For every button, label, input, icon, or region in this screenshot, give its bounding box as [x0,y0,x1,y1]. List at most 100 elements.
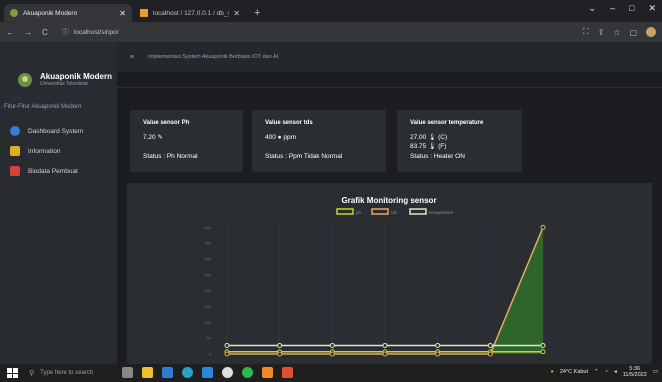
taskbar-apps [122,367,293,378]
ph-sensor-card: Value sensor Ph 7.20 ✎ Status : Ph Norma… [130,110,243,172]
temperature-status: Status : Heater ON [410,153,465,160]
close-tab-icon[interactable]: ✕ [233,9,240,18]
tray-chevron-icon[interactable]: ⌃ [594,369,599,375]
chart-title: Grafik Monitoring sensor [341,196,436,205]
clock[interactable]: 5:36 11/5/2022 [623,366,647,378]
share-icon[interactable]: ⇪ [598,28,605,37]
address-toolbar: ← → C ⓘ localhost/siripo/ ⛶ ⇪ ☆ ▢ [0,22,662,42]
ph-status: Status : Ph Normal [143,153,198,160]
chevron-down-icon[interactable]: ⌄ [588,3,596,14]
y-tick-label: 200 [204,288,211,293]
maximize-button[interactable]: □ [629,3,634,14]
y-tick-label: 300 [204,257,211,262]
y-tick-label: 150 [204,304,211,309]
divider [117,87,662,88]
sidebar-item-label: Biodata Pembuat [28,167,78,175]
biodata-icon [10,166,20,176]
spotify-icon[interactable] [242,367,253,378]
tab-favicon-icon [10,9,18,17]
card-title: Value sensor tds [265,120,313,126]
data-point [435,351,441,357]
windows-start-icon[interactable] [7,368,19,378]
sidebar-item-dashboard[interactable]: Dashboard System [10,126,83,136]
data-point [382,351,388,357]
ph-value: 7.20 ✎ [143,134,163,141]
browser-tab-inactive[interactable]: localhost / 127.0.0.1 / db_siripo ✕ [134,4,246,22]
card-title: Value sensor temperature [410,120,484,126]
search-icon: ⚲ [29,370,35,377]
weather-icon[interactable]: ● [551,369,554,375]
temperature-sensor-card: Value sensor temperature 27.00 🌡 (C) 83.… [397,110,522,172]
data-point [540,224,546,230]
store-icon[interactable] [162,367,173,378]
window-controls: ⌄ – □ ✕ [588,3,656,14]
y-tick-label: 250 [204,272,211,277]
information-icon [10,146,20,156]
clock-date: 11/5/2022 [622,372,647,378]
chrome-icon[interactable] [222,367,233,378]
sublime-icon[interactable] [262,367,273,378]
forward-icon[interactable]: → [24,28,32,37]
y-tick-label: 350 [204,241,211,246]
data-point [487,351,493,357]
profile-avatar[interactable] [646,27,656,37]
sidepanel-icon[interactable]: ▢ [629,28,637,37]
file-explorer-icon[interactable] [142,367,153,378]
y-tick-label: 400 [204,225,211,230]
volume-icon[interactable]: ◂ [614,369,617,375]
brand[interactable]: Akuaponik Modern Universitas Teknokrat [18,72,112,87]
legend-label: ph [356,210,362,215]
close-window-button[interactable]: ✕ [648,3,656,14]
site-info-icon[interactable]: ⓘ [62,27,69,37]
close-tab-icon[interactable]: ✕ [119,9,126,18]
data-point [382,342,388,348]
vscode-icon[interactable] [202,367,213,378]
url-input[interactable]: ⓘ localhost/siripo/ [58,25,574,39]
sidebar-item-label: Information [28,147,61,155]
sidebar-item-information[interactable]: Information [10,146,61,156]
edge-icon[interactable] [182,367,193,378]
data-point [329,342,335,348]
temperature-celsius-value: 27.00 🌡 (C) [410,134,448,141]
reload-icon[interactable]: C [42,28,48,37]
translate-icon[interactable]: ⛶ [583,27,589,37]
data-point [540,349,546,355]
browser-tabbar: Akuaponik Modern ✕ localhost / 127.0.0.1… [0,0,662,22]
data-point [329,351,335,357]
data-point [277,342,283,348]
url-text: localhost/siripo/ [73,28,119,36]
system-tray: ● 24°C Kabut ⌃ ◔ ◂ 5:36 11/5/2022 ▭ [551,366,659,378]
top-navbar: ≡ Implementasi System Akuaponik Berbasis… [117,42,662,72]
xampp-icon[interactable] [282,367,293,378]
legend-label: tds [391,210,398,215]
windows-taskbar: ⚲ Type here to search ● 24°C Kabut ⌃ ◔ ◂… [0,364,662,382]
weather-text[interactable]: 24°C Kabut [560,369,588,375]
menu-toggle-icon[interactable]: ≡ [130,54,134,61]
browser-tab-active[interactable]: Akuaponik Modern ✕ [4,4,132,22]
monitoring-chart-panel: Grafik Monitoring sensor ph tds temperature… [127,183,652,364]
minimize-button[interactable]: – [610,3,615,14]
data-point [277,351,283,357]
y-tick-label: 0 [209,352,212,357]
tds-status: Status : Ppm Tidak Normal [265,153,343,160]
sidebar-item-biodata[interactable]: Biodata Pembuat [10,166,78,176]
tab-favicon-icon [140,9,148,17]
data-point [224,351,230,357]
taskbar-search-input[interactable]: ⚲ Type here to search [29,366,125,380]
data-point [224,342,230,348]
tds-sensor-card: Value sensor tds 400 ● ppm Status : Ppm … [252,110,386,172]
back-icon[interactable]: ← [6,28,14,37]
main-content: ≡ Implementasi System Akuaponik Berbasis… [117,42,662,364]
notifications-icon[interactable]: ▭ [653,369,658,375]
card-title: Value sensor Ph [143,120,190,126]
network-icon[interactable]: ◔ [605,369,608,375]
star-icon[interactable]: ☆ [613,28,620,37]
brand-name: Akuaponik Modern [40,72,113,81]
legend-swatch [336,208,354,215]
temperature-fahrenheit-value: 83.75 🌡 (F) [410,143,447,150]
legend-swatch [409,208,427,215]
brand-subtitle: Universitas Teknokrat [40,81,88,87]
new-tab-button[interactable]: + [248,4,266,22]
legend-swatch [371,208,389,215]
task-view-icon[interactable] [122,367,133,378]
